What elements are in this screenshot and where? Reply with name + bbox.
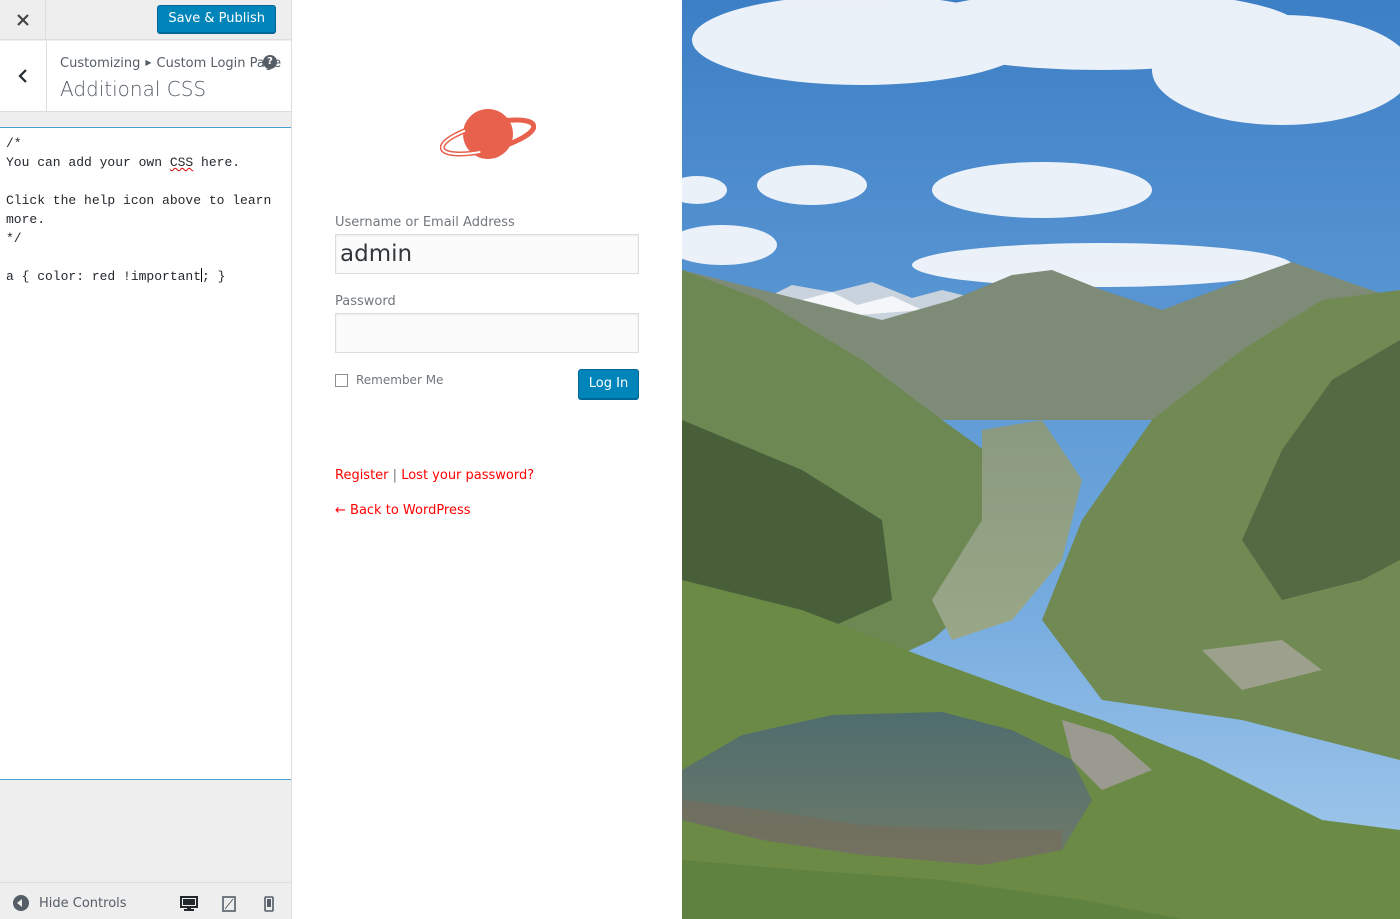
- register-link[interactable]: Register: [335, 468, 389, 483]
- save-publish-button[interactable]: Save & Publish: [157, 5, 276, 33]
- collapse-arrow-icon: [13, 895, 29, 911]
- mountain-landscape: [682, 0, 1400, 919]
- password-label: Password: [335, 294, 396, 309]
- customizer-sidebar: Save & Publish Customizing ▶ Custom Login …: [0, 0, 292, 919]
- username-input[interactable]: admin: [335, 234, 639, 274]
- hide-controls-button[interactable]: Hide Controls: [13, 895, 127, 911]
- help-icon[interactable]: ?: [263, 55, 277, 69]
- section-header: Customizing ▶ Custom Login Page ? Addition…: [0, 41, 291, 112]
- close-customizer-button[interactable]: [0, 0, 46, 40]
- close-icon: [16, 14, 29, 26]
- breadcrumb: Customizing ▶ Custom Login Page: [60, 56, 281, 71]
- back-button[interactable]: [0, 41, 47, 111]
- tablet-preview-icon[interactable]: [222, 896, 236, 912]
- hide-controls-label: Hide Controls: [39, 895, 127, 911]
- css-code-editor[interactable]: /* You can add your own CSS here. Click …: [0, 127, 291, 780]
- section-title: Additional CSS: [60, 77, 207, 101]
- lost-password-link[interactable]: Lost your password?: [401, 468, 534, 483]
- chevron-left-icon: [18, 69, 27, 83]
- desktop-preview-icon[interactable]: [180, 896, 198, 912]
- planet-logo-icon: [440, 109, 536, 159]
- login-button[interactable]: Log In: [578, 369, 639, 399]
- password-input[interactable]: [335, 313, 639, 353]
- customizer-footer: Hide Controls: [0, 882, 291, 919]
- breadcrumb-arrow-icon: ▶: [145, 58, 152, 67]
- breadcrumb-parent: Customizing: [60, 56, 141, 71]
- back-to-site-link[interactable]: ← Back to WordPress: [335, 503, 471, 518]
- login-preview: Username or Email Address admin Password…: [292, 0, 682, 919]
- login-links: Register | Lost your password?: [335, 468, 534, 483]
- css-code[interactable]: /* You can add your own CSS here. Click …: [6, 134, 285, 286]
- link-separator: |: [392, 468, 398, 483]
- remember-me-checkbox[interactable]: [335, 373, 348, 387]
- username-label: Username or Email Address: [335, 215, 515, 230]
- remember-me-label: Remember Me: [356, 373, 444, 387]
- customizer-header: Save & Publish: [0, 0, 291, 40]
- mobile-preview-icon[interactable]: [264, 896, 274, 912]
- mountain-background-image: [682, 0, 1400, 919]
- remember-me: Remember Me: [335, 373, 443, 387]
- spellcheck-word: CSS: [169, 155, 194, 170]
